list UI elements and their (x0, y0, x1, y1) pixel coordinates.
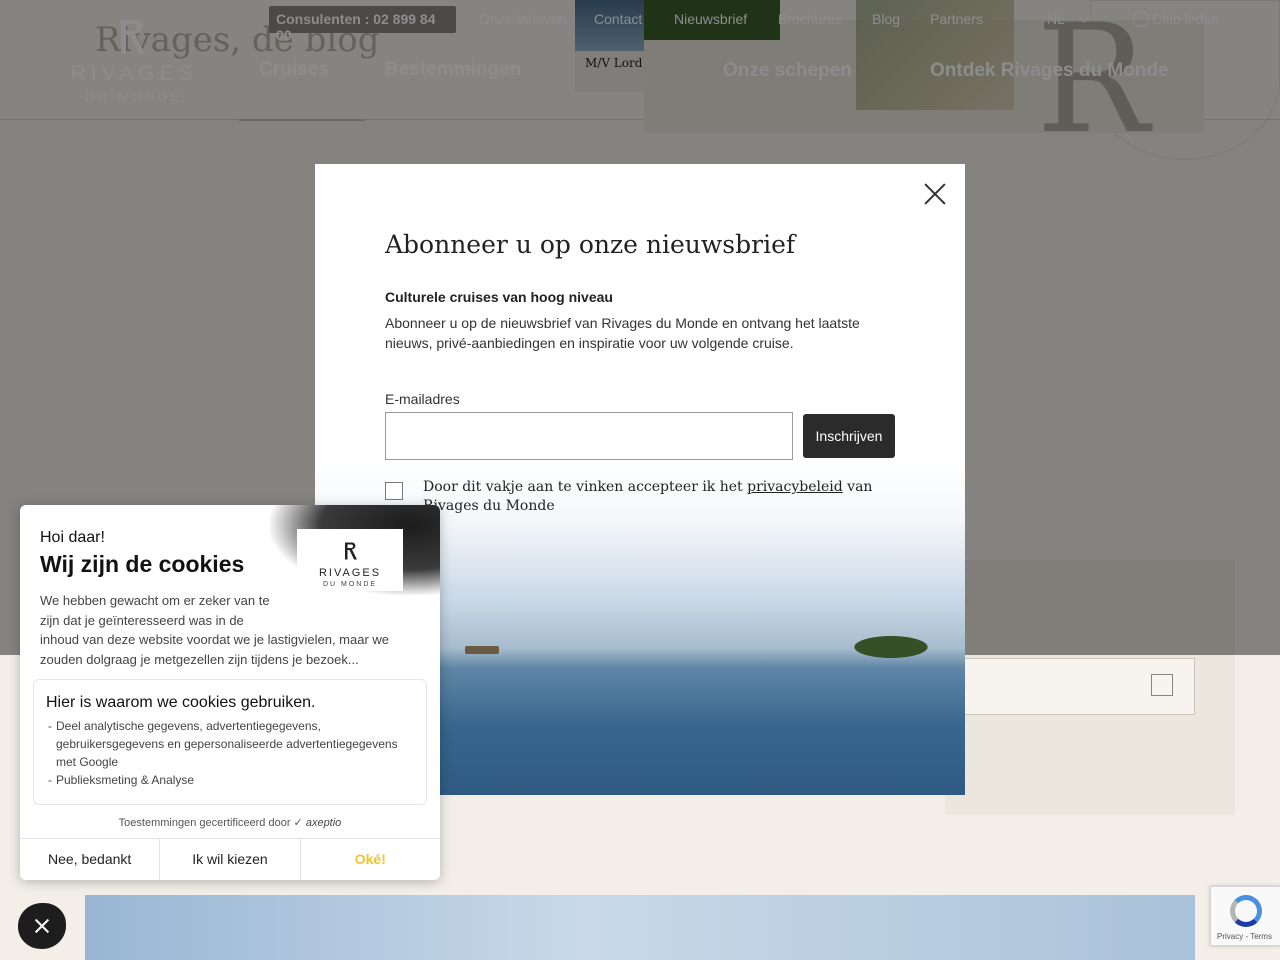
hero-banner-image (85, 895, 1195, 960)
certified-text: Toestemmingen gecertificeerd door (118, 817, 291, 829)
email-field[interactable] (385, 412, 793, 460)
close-icon[interactable] (923, 182, 947, 206)
modal-description: Abonneer u op de nieuwsbrief van Rivages… (385, 315, 860, 351)
recaptcha-icon (1230, 895, 1262, 927)
cookie-logo-word: RIVAGES (318, 567, 382, 579)
logo-r-icon (345, 542, 357, 560)
email-label: E-mailadres (385, 391, 460, 407)
reason-item: Deel analytische gegevens, advertentiege… (46, 717, 414, 771)
cookie-logo-sub: DU MONDE (322, 581, 378, 588)
subscribe-button[interactable]: Inschrijven (803, 414, 895, 458)
certified-by: Toestemmingen gecertificeerd door ✓ axep… (20, 816, 440, 829)
cookie-text-line: We hebben gewacht om er zeker van te (40, 593, 270, 608)
cookie-close-fab[interactable] (18, 903, 66, 949)
cookie-title: Wij zijn de cookies (40, 551, 245, 577)
mail-icon[interactable] (1151, 674, 1173, 696)
cookie-consent-popup: RIVAGES DU MONDE Hoi daar! Wij zijn de c… (20, 505, 440, 880)
recaptcha-links[interactable]: Privacy - Terms (1217, 932, 1272, 941)
accept-button[interactable]: Oké! (301, 839, 440, 880)
cookie-brand-logo: RIVAGES DU MONDE (297, 529, 403, 591)
cookie-text-line: inhoud van deze website voordat we je la… (40, 632, 390, 667)
consent-text-before: Door dit vakje aan te vinken accepteer i… (423, 479, 748, 495)
modal-title: Abonneer u op onze nieuwsbrief (385, 230, 796, 259)
cookie-text-line: zijn dat je geïnteresseerd was in de (40, 612, 244, 628)
consent-label: Door dit vakje aan te vinken accepteer i… (423, 478, 883, 516)
modal-subtitle: Culturele cruises van hoog niveau (385, 289, 613, 305)
certified-brand[interactable]: axeptio (306, 817, 341, 829)
consent-checkbox[interactable] (385, 482, 403, 500)
cookie-button-row: Nee, bedankt Ik wil kiezen Oké! (20, 838, 440, 880)
recaptcha-badge[interactable]: Privacy - Terms (1210, 886, 1280, 946)
reasons-title: Hier is waarom we cookies gebruiken. (46, 694, 316, 711)
cookie-greeting: Hoi daar! (40, 529, 105, 546)
cookie-description: We hebben gewacht om er zeker van te zij… (40, 591, 400, 669)
privacy-policy-link[interactable]: privacybeleid (747, 479, 843, 495)
decline-button[interactable]: Nee, bedankt (20, 839, 161, 880)
cookie-reasons-box: Hier is waarom we cookies gebruiken. Dee… (33, 679, 427, 805)
reason-item: Publieksmeting & Analyse (46, 771, 414, 789)
boat-shape (465, 646, 499, 654)
choose-button[interactable]: Ik wil kiezen (160, 839, 301, 880)
checkmark-icon: ✓ (293, 817, 303, 829)
